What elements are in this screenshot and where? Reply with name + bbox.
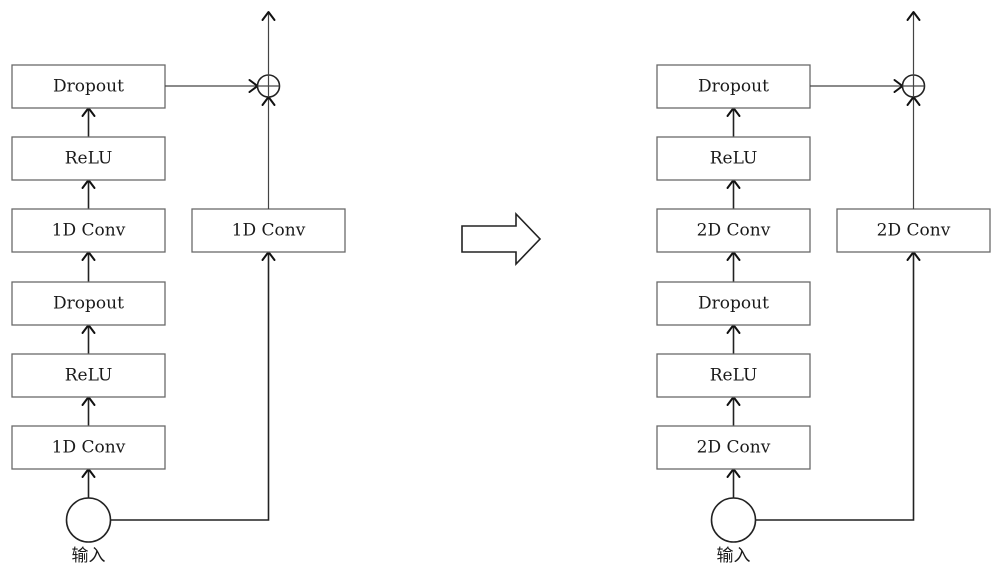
block-label: 1D Conv <box>52 438 126 458</box>
block-2d-conv: 2D Conv <box>656 425 811 470</box>
input-node <box>65 497 112 543</box>
block-label: Dropout <box>698 77 769 97</box>
block-dropout: Dropout <box>11 281 166 326</box>
block-2d-conv: 2D Conv <box>656 208 811 253</box>
input-node <box>710 497 757 543</box>
block-label: 2D Conv <box>697 221 771 241</box>
block-label: 1D Conv <box>232 221 306 241</box>
block-label: Dropout <box>53 77 124 97</box>
block-relu: ReLU <box>11 353 166 398</box>
block-label: Dropout <box>53 294 124 314</box>
transition-arrow-icon <box>461 212 542 266</box>
block-label: Dropout <box>698 294 769 314</box>
panel-after: 2D Conv ReLU Dropout 2D Conv ReLU Dropout 输入 2D… <box>656 11 991 566</box>
block-label: ReLU <box>710 366 758 386</box>
block-dropout: Dropout <box>656 281 811 326</box>
input-label: 输入 <box>72 546 106 566</box>
block-label: 1D Conv <box>52 221 126 241</box>
block-dropout: Dropout <box>656 64 811 109</box>
block-label: ReLU <box>710 149 758 169</box>
skip-block-1d-conv: 1D Conv <box>191 208 346 253</box>
panel-before: 1D Conv ReLU Dropout 1D Conv ReLU Dropout 输入 1D… <box>11 11 346 566</box>
skip-block-2d-conv: 2D Conv <box>836 208 991 253</box>
block-1d-conv: 1D Conv <box>11 425 166 470</box>
sum-node-icon <box>256 74 281 98</box>
sum-node-icon <box>901 74 926 98</box>
block-label: 2D Conv <box>697 438 771 458</box>
block-relu: ReLU <box>11 136 166 181</box>
input-label: 输入 <box>717 546 751 566</box>
block-label: 2D Conv <box>877 221 951 241</box>
block-1d-conv: 1D Conv <box>11 208 166 253</box>
block-label: ReLU <box>65 366 113 386</box>
block-relu: ReLU <box>656 353 811 398</box>
block-relu: ReLU <box>656 136 811 181</box>
residual-block-diagram: 1D Conv ReLU Dropout 1D Conv ReLU Dropout 输入 1D… <box>11 11 991 566</box>
block-dropout: Dropout <box>11 64 166 109</box>
block-label: ReLU <box>65 149 113 169</box>
